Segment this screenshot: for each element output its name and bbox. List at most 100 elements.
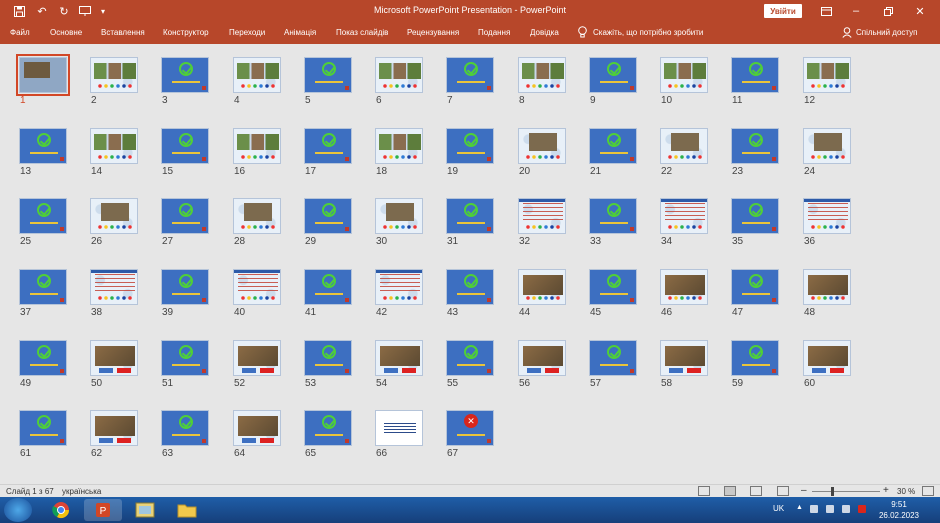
restore-icon[interactable] (874, 2, 902, 20)
slide-preview[interactable] (518, 128, 566, 164)
slide-thumbnail[interactable]: 26 (90, 198, 138, 247)
slide-preview[interactable] (304, 57, 352, 93)
tray-app-icon[interactable] (810, 505, 818, 513)
slide-thumbnail[interactable]: 20 (518, 128, 566, 177)
slide-preview[interactable] (90, 57, 138, 93)
slide-preview[interactable] (304, 128, 352, 164)
slide-preview[interactable] (589, 269, 637, 305)
tab-help[interactable]: Довідка (530, 28, 559, 37)
slide-sorter-view-icon[interactable] (724, 486, 736, 496)
slide-preview[interactable] (731, 269, 779, 305)
slide-thumbnail[interactable]: 32 (518, 198, 566, 247)
slide-preview[interactable] (731, 128, 779, 164)
slide-preview[interactable] (161, 128, 209, 164)
slide-thumbnail[interactable]: 11 (731, 57, 779, 106)
close-icon[interactable]: ✕ (906, 2, 934, 20)
slide-thumbnail[interactable]: 48 (803, 269, 851, 318)
slide-preview[interactable] (660, 128, 708, 164)
slide-preview[interactable] (518, 269, 566, 305)
slide-preview[interactable] (233, 57, 281, 93)
slide-thumbnail[interactable]: 19 (446, 128, 494, 177)
slide-preview[interactable] (161, 410, 209, 446)
slide-preview[interactable] (233, 269, 281, 305)
slide-preview[interactable] (304, 198, 352, 234)
slide-thumbnail[interactable]: 51 (161, 340, 209, 389)
slide-thumbnail[interactable]: ✕ 67 (446, 410, 494, 459)
start-button[interactable] (4, 498, 32, 522)
redo-icon[interactable]: ↻ (55, 3, 73, 19)
slide-preview[interactable] (660, 57, 708, 93)
slide-preview[interactable] (161, 57, 209, 93)
slide-preview[interactable] (304, 340, 352, 376)
slide-thumbnail[interactable]: 56 (518, 340, 566, 389)
slide-preview[interactable] (660, 198, 708, 234)
slide-preview[interactable] (233, 198, 281, 234)
slide-preview[interactable] (446, 269, 494, 305)
slide-thumbnail[interactable]: 46 (660, 269, 708, 318)
slide-thumbnail[interactable]: 63 (161, 410, 209, 459)
slide-thumbnail[interactable]: 30 (375, 198, 423, 247)
slide-thumbnail[interactable]: 55 (446, 340, 494, 389)
tab-slide-show[interactable]: Показ слайдів (336, 28, 388, 37)
slide-preview[interactable] (16, 54, 70, 96)
zoom-percentage[interactable]: 30 % (897, 487, 915, 496)
tab-animations[interactable]: Анімація (284, 28, 316, 37)
slide-show-view-icon[interactable] (777, 486, 789, 496)
slide-thumbnail[interactable]: 25 (19, 198, 67, 247)
undo-icon[interactable]: ↶ (32, 3, 52, 19)
slide-preview[interactable] (803, 269, 851, 305)
slide-thumbnail[interactable]: 62 (90, 410, 138, 459)
save-icon[interactable] (10, 3, 28, 19)
slide-thumbnail[interactable]: 47 (731, 269, 779, 318)
slide-preview[interactable] (161, 269, 209, 305)
slide-preview[interactable] (19, 410, 67, 446)
slide-thumbnail[interactable]: 45 (589, 269, 637, 318)
slide-preview[interactable] (446, 57, 494, 93)
slide-preview[interactable] (731, 57, 779, 93)
slide-thumbnail[interactable]: 59 (731, 340, 779, 389)
sign-in-button[interactable]: Увійти (764, 4, 802, 18)
slide-thumbnail[interactable]: 54 (375, 340, 423, 389)
slide-preview[interactable] (446, 128, 494, 164)
slide-thumbnail[interactable]: 10 (660, 57, 708, 106)
action-center-icon[interactable] (858, 505, 866, 513)
slide-thumbnail[interactable]: 34 (660, 198, 708, 247)
slide-thumbnail[interactable]: 35 (731, 198, 779, 247)
slide-thumbnail[interactable]: 4 (233, 57, 281, 106)
slide-preview[interactable] (161, 198, 209, 234)
slide-preview[interactable] (803, 198, 851, 234)
slide-preview[interactable] (233, 128, 281, 164)
slide-preview[interactable] (803, 128, 851, 164)
slide-thumbnail[interactable]: 5 (304, 57, 352, 106)
slide-preview[interactable] (90, 410, 138, 446)
slide-preview[interactable] (731, 340, 779, 376)
slide-thumbnail[interactable]: 2 (90, 57, 138, 106)
tab-home[interactable]: Основне (50, 28, 82, 37)
slide-preview[interactable] (19, 269, 67, 305)
slide-preview[interactable] (19, 198, 67, 234)
slide-preview[interactable] (304, 269, 352, 305)
slide-preview[interactable] (19, 128, 67, 164)
slide-thumbnail[interactable]: 38 (90, 269, 138, 318)
slide-thumbnail[interactable]: 49 (19, 340, 67, 389)
slide-thumbnail[interactable]: 57 (589, 340, 637, 389)
chrome-icon[interactable] (42, 499, 80, 521)
reading-view-icon[interactable] (750, 486, 762, 496)
slide-preview[interactable] (731, 198, 779, 234)
slide-thumbnail[interactable]: 18 (375, 128, 423, 177)
slide-preview[interactable] (304, 410, 352, 446)
slide-preview[interactable] (233, 410, 281, 446)
slide-preview[interactable] (803, 340, 851, 376)
tab-transitions[interactable]: Переходи (229, 28, 265, 37)
slide-thumbnail[interactable]: 29 (304, 198, 352, 247)
slide-preview[interactable] (375, 57, 423, 93)
slide-preview[interactable] (90, 269, 138, 305)
customize-quick-access-icon[interactable]: ▾ (96, 3, 110, 19)
slide-preview[interactable] (589, 57, 637, 93)
tab-design[interactable]: Конструктор (163, 28, 209, 37)
slide-preview[interactable] (446, 198, 494, 234)
present-from-start-icon[interactable] (76, 3, 94, 19)
slide-thumbnail[interactable]: 43 (446, 269, 494, 318)
slide-preview[interactable] (446, 340, 494, 376)
slide-preview[interactable] (518, 57, 566, 93)
